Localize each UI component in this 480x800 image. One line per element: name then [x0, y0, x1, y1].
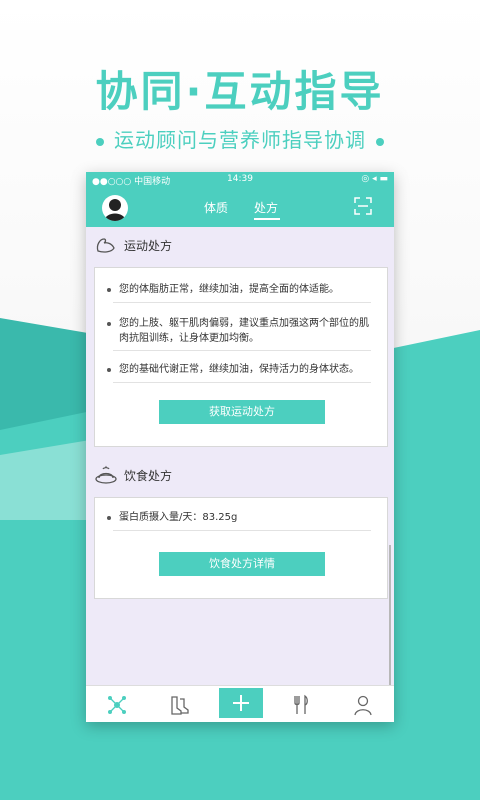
diet-section-title: 饮食处方	[124, 469, 173, 483]
app-header: ●●○○○ 中国移动 14:39 ◎ ◂ ▬ 体质 处方	[86, 172, 394, 227]
fork-knife-icon[interactable]	[290, 694, 312, 716]
divider	[113, 382, 371, 383]
plus-icon	[233, 695, 249, 711]
exercise-section-title: 运动处方	[124, 239, 173, 253]
divider	[113, 530, 371, 531]
scan-icon[interactable]	[354, 197, 372, 215]
promo-subline: 运动顾问与营养师指导协调	[0, 124, 480, 153]
boots-icon[interactable]	[168, 694, 190, 716]
diet-card: 蛋白质摄入量/天：83.25g 饮食处方详情	[94, 497, 388, 599]
bullet-dot-icon	[96, 137, 104, 146]
top-nav: 体质 处方	[86, 188, 394, 227]
get-exercise-prescription-button[interactable]: 获取运动处方	[159, 400, 325, 424]
promo-headline: 协同·互动指导	[95, 67, 385, 116]
phone-screen: ●●○○○ 中国移动 14:39 ◎ ◂ ▬ 体质 处方 运动处方 您的体脂肪正…	[86, 172, 394, 722]
diet-item-text: 蛋白质摄入量/天：83.25g	[119, 512, 238, 523]
bullet-dot-icon	[376, 137, 384, 146]
list-item: 蛋白质摄入量/天：83.25g	[107, 510, 369, 525]
avatar-icon	[104, 199, 126, 221]
content-area: 运动处方 您的体脂肪正常，继续加油，提高全面的体适能。 您的上肢、躯干肌肉偏弱，…	[86, 227, 394, 685]
scrollbar[interactable]	[389, 545, 391, 685]
diet-prescription-details-button[interactable]: 饮食处方详情	[159, 552, 325, 576]
list-item: 您的上肢、躯干肌肉偏弱，建议重点加强这两个部位的肌肉抗阻训练，让身体更加均衡。	[107, 316, 369, 346]
bullet-icon	[107, 516, 111, 520]
status-icons: ◎ ◂ ▬	[361, 174, 388, 184]
list-item: 您的基础代谢正常，继续加油，保持活力的身体状态。	[107, 362, 369, 377]
bullet-icon	[107, 288, 111, 292]
avatar[interactable]	[102, 195, 128, 221]
active-tab-indicator	[254, 218, 280, 220]
status-bar: ●●○○○ 中国移动 14:39 ◎ ◂ ▬	[86, 172, 394, 188]
tab-constitution[interactable]: 体质	[204, 199, 228, 216]
promo-subline-text: 运动顾问与营养师指导协调	[114, 128, 366, 152]
bullet-icon	[107, 368, 111, 372]
muscle-arm-icon	[96, 238, 115, 253]
exercise-item-text: 您的体脂肪正常，继续加油，提高全面的体适能。	[119, 284, 339, 295]
exercise-card: 您的体脂肪正常，继续加油，提高全面的体适能。 您的上肢、躯干肌肉偏弱，建议重点加…	[94, 267, 388, 447]
food-plate-icon	[95, 465, 117, 484]
tab-prescription[interactable]: 处方	[254, 199, 278, 216]
person-icon[interactable]	[352, 694, 374, 716]
bullet-icon	[107, 322, 111, 326]
exercise-item-text: 您的上肢、躯干肌肉偏弱，建议重点加强这两个部位的肌肉抗阻训练，让身体更加均衡。	[119, 318, 369, 344]
add-button[interactable]	[219, 688, 263, 718]
list-item: 您的体脂肪正常，继续加油，提高全面的体适能。	[107, 282, 369, 297]
divider	[113, 350, 371, 351]
bottom-nav	[86, 685, 394, 722]
status-time: 14:39	[227, 174, 253, 184]
divider	[113, 302, 371, 303]
molecule-icon[interactable]	[106, 694, 128, 716]
exercise-item-text: 您的基础代谢正常，继续加油，保持活力的身体状态。	[119, 364, 359, 375]
